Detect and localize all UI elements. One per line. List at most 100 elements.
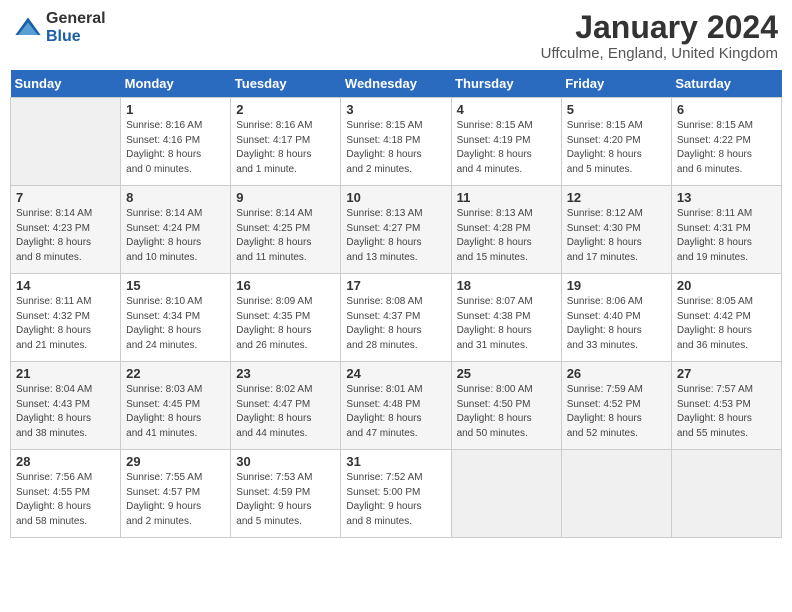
day-header-tuesday: Tuesday [231,70,341,98]
calendar-cell: 12Sunrise: 8:12 AMSunset: 4:30 PMDayligh… [561,186,671,274]
calendar-cell: 7 Sunrise: 8:14 AMSunset: 4:23 PMDaylight… [11,186,121,274]
day-info: Sunrise: 8:03 AMSunset: 4:45 PMDaylight:… [126,383,225,441]
calendar-cell: 10 Sunrise: 8:13 AMSunset: 4:27 PMDayligh… [341,186,451,274]
day-number: 17 [346,278,445,293]
day-number: 18 [457,278,556,293]
logo-general: General [46,10,106,28]
day-number: 30 [236,454,335,469]
day-number: 6 [677,102,776,117]
day-info: Sunrise: 8:14 AMSunset: 4:23 PMDaylight:… [16,207,115,265]
calendar-week-4: 21 Sunrise: 8:04 AMSunset: 4:43 PMDayligh… [11,362,782,450]
day-info: Sunrise: 8:08 AMSunset: 4:37 PMDaylight:… [346,295,445,353]
day-info: Sunrise: 8:16 AMSunset: 4:16 PMDaylight:… [126,119,225,177]
day-info: Sunrise: 8:11 AMSunset: 4:31 PMDaylight:… [677,207,776,265]
day-number: 27 [677,366,776,381]
calendar-week-1: 1 Sunrise: 8:16 AMSunset: 4:16 PMDaylight… [11,98,782,186]
day-info: Sunrise: 8:13 AMSunset: 4:27 PMDaylight:… [346,207,445,265]
calendar-cell: 9 Sunrise: 8:14 AMSunset: 4:25 PMDaylight… [231,186,341,274]
day-info: Sunrise: 7:55 AMSunset: 4:57 PMDaylight:… [126,471,225,529]
calendar-week-5: 28 Sunrise: 7:56 AMSunset: 4:55 PMDayligh… [11,450,782,538]
calendar-cell: 6Sunrise: 8:15 AMSunset: 4:22 PMDaylight… [671,98,781,186]
day-info: Sunrise: 8:06 AMSunset: 4:40 PMDaylight:… [567,295,666,353]
logo-blue: Blue [46,28,106,46]
day-number: 5 [567,102,666,117]
logo-icon [14,14,42,42]
day-number: 10 [346,190,445,205]
day-info: Sunrise: 8:15 AMSunset: 4:19 PMDaylight:… [457,119,556,177]
calendar-cell: 19 Sunrise: 8:06 AMSunset: 4:40 PMDayligh… [561,274,671,362]
logo-text: General Blue [46,10,106,45]
calendar-cell: 4 Sunrise: 8:15 AMSunset: 4:19 PMDaylight… [451,98,561,186]
calendar-cell: 28 Sunrise: 7:56 AMSunset: 4:55 PMDayligh… [11,450,121,538]
calendar-cell: 25 Sunrise: 8:00 AMSunset: 4:50 PMDayligh… [451,362,561,450]
day-info: Sunrise: 8:01 AMSunset: 4:48 PMDaylight:… [346,383,445,441]
day-number: 25 [457,366,556,381]
day-info: Sunrise: 8:07 AMSunset: 4:38 PMDaylight:… [457,295,556,353]
calendar-cell: 30 Sunrise: 7:53 AMSunset: 4:59 PMDayligh… [231,450,341,538]
day-info: Sunrise: 7:57 AMSunset: 4:53 PMDaylight:… [677,383,776,441]
day-number: 22 [126,366,225,381]
day-info: Sunrise: 8:04 AMSunset: 4:43 PMDaylight:… [16,383,115,441]
day-info: Sunrise: 7:52 AMSunset: 5:00 PMDaylight:… [346,471,445,529]
title-block: January 2024 Uffculme, England, United K… [541,10,778,62]
day-info: Sunrise: 7:59 AMSunset: 4:52 PMDaylight:… [567,383,666,441]
day-header-thursday: Thursday [451,70,561,98]
day-number: 15 [126,278,225,293]
calendar-cell: 16 Sunrise: 8:09 AMSunset: 4:35 PMDayligh… [231,274,341,362]
calendar-cell: 22 Sunrise: 8:03 AMSunset: 4:45 PMDayligh… [121,362,231,450]
day-number: 4 [457,102,556,117]
day-info: Sunrise: 8:16 AMSunset: 4:17 PMDaylight:… [236,119,335,177]
calendar-cell: 23 Sunrise: 8:02 AMSunset: 4:47 PMDayligh… [231,362,341,450]
calendar-table: SundayMondayTuesdayWednesdayThursdayFrid… [10,70,782,538]
location-title: Uffculme, England, United Kingdom [541,45,778,62]
day-header-monday: Monday [121,70,231,98]
day-info: Sunrise: 8:02 AMSunset: 4:47 PMDaylight:… [236,383,335,441]
day-info: Sunrise: 7:56 AMSunset: 4:55 PMDaylight:… [16,471,115,529]
day-info: Sunrise: 8:11 AMSunset: 4:32 PMDaylight:… [16,295,115,353]
day-number: 23 [236,366,335,381]
day-number: 21 [16,366,115,381]
day-number: 9 [236,190,335,205]
day-number: 12 [567,190,666,205]
day-info: Sunrise: 8:10 AMSunset: 4:34 PMDaylight:… [126,295,225,353]
day-info: Sunrise: 8:15 AMSunset: 4:20 PMDaylight:… [567,119,666,177]
logo: General Blue [14,10,106,45]
day-number: 13 [677,190,776,205]
day-number: 28 [16,454,115,469]
calendar-cell: 20 Sunrise: 8:05 AMSunset: 4:42 PMDayligh… [671,274,781,362]
day-info: Sunrise: 8:09 AMSunset: 4:35 PMDaylight:… [236,295,335,353]
day-number: 20 [677,278,776,293]
day-info: Sunrise: 7:53 AMSunset: 4:59 PMDaylight:… [236,471,335,529]
day-number: 7 [16,190,115,205]
day-number: 24 [346,366,445,381]
day-info: Sunrise: 8:14 AMSunset: 4:24 PMDaylight:… [126,207,225,265]
calendar-header-row: SundayMondayTuesdayWednesdayThursdayFrid… [11,70,782,98]
day-number: 11 [457,190,556,205]
day-info: Sunrise: 8:00 AMSunset: 4:50 PMDaylight:… [457,383,556,441]
calendar-cell: 1 Sunrise: 8:16 AMSunset: 4:16 PMDaylight… [121,98,231,186]
day-number: 19 [567,278,666,293]
day-number: 29 [126,454,225,469]
day-number: 1 [126,102,225,117]
day-header-friday: Friday [561,70,671,98]
day-number: 2 [236,102,335,117]
page-header: General Blue January 2024 Uffculme, Engl… [10,10,782,62]
day-info: Sunrise: 8:05 AMSunset: 4:42 PMDaylight:… [677,295,776,353]
day-header-saturday: Saturday [671,70,781,98]
day-info: Sunrise: 8:14 AMSunset: 4:25 PMDaylight:… [236,207,335,265]
calendar-week-2: 7 Sunrise: 8:14 AMSunset: 4:23 PMDaylight… [11,186,782,274]
calendar-cell: 14Sunrise: 8:11 AMSunset: 4:32 PMDayligh… [11,274,121,362]
day-number: 31 [346,454,445,469]
calendar-cell [451,450,561,538]
calendar-cell: 21 Sunrise: 8:04 AMSunset: 4:43 PMDayligh… [11,362,121,450]
day-number: 8 [126,190,225,205]
calendar-cell: 11 Sunrise: 8:13 AMSunset: 4:28 PMDayligh… [451,186,561,274]
day-info: Sunrise: 8:13 AMSunset: 4:28 PMDaylight:… [457,207,556,265]
calendar-cell: 5 Sunrise: 8:15 AMSunset: 4:20 PMDaylight… [561,98,671,186]
calendar-cell [671,450,781,538]
day-number: 16 [236,278,335,293]
calendar-cell: 13 Sunrise: 8:11 AMSunset: 4:31 PMDayligh… [671,186,781,274]
month-title: January 2024 [541,10,778,45]
day-number: 26 [567,366,666,381]
calendar-cell: 8 Sunrise: 8:14 AMSunset: 4:24 PMDaylight… [121,186,231,274]
